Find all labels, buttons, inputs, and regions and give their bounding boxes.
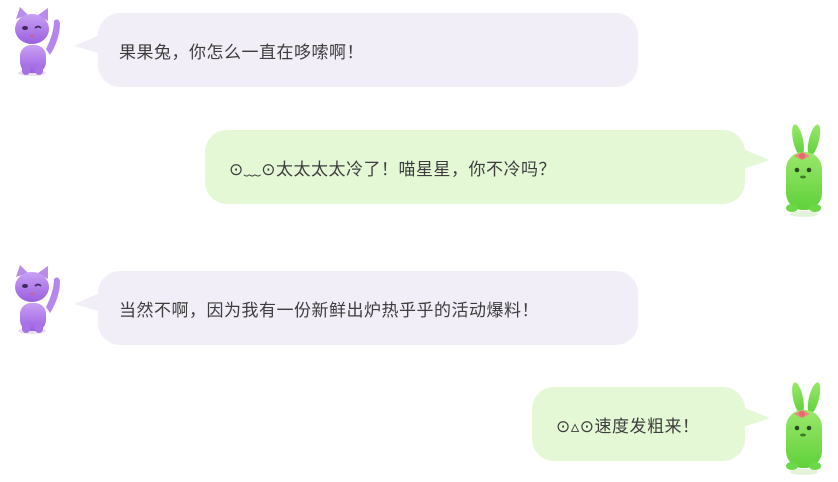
message-text: 果果兔，你怎么一直在哆嗦啊！ — [119, 42, 364, 63]
message-text: ⊙▵⊙速度发粗来！ — [556, 416, 700, 437]
cat-avatar-icon — [15, 7, 60, 76]
cat-avatar-icon — [15, 265, 60, 334]
message-text: 当然不啊，因为我有一份新鲜出炉热乎乎的活动爆料！ — [119, 300, 539, 321]
bubble-tail — [740, 148, 770, 170]
message-row: ⊙▵⊙速度发粗来！ — [0, 376, 838, 482]
message-bubble: ⊙﹏⊙太太太太冷了！喵星星，你不冷吗？ — [205, 130, 745, 204]
message-text: ⊙﹏⊙太太太太冷了！喵星星，你不冷吗？ — [229, 159, 556, 180]
bubble-tail — [740, 406, 770, 428]
message-row: 当然不啊，因为我有一份新鲜出炉热乎乎的活动爆料！ — [0, 258, 838, 358]
message-row: ⊙﹏⊙太太太太冷了！喵星星，你不冷吗？ — [0, 120, 838, 230]
rabbit-avatar-icon — [786, 124, 822, 217]
message-bubble: 果果兔，你怎么一直在哆嗦啊！ — [98, 13, 638, 87]
rabbit-avatar-icon — [786, 382, 822, 475]
message-row: 果果兔，你怎么一直在哆嗦啊！ — [0, 0, 838, 100]
message-bubble: ⊙▵⊙速度发粗来！ — [532, 387, 745, 461]
message-bubble: 当然不啊，因为我有一份新鲜出炉热乎乎的活动爆料！ — [98, 271, 638, 345]
